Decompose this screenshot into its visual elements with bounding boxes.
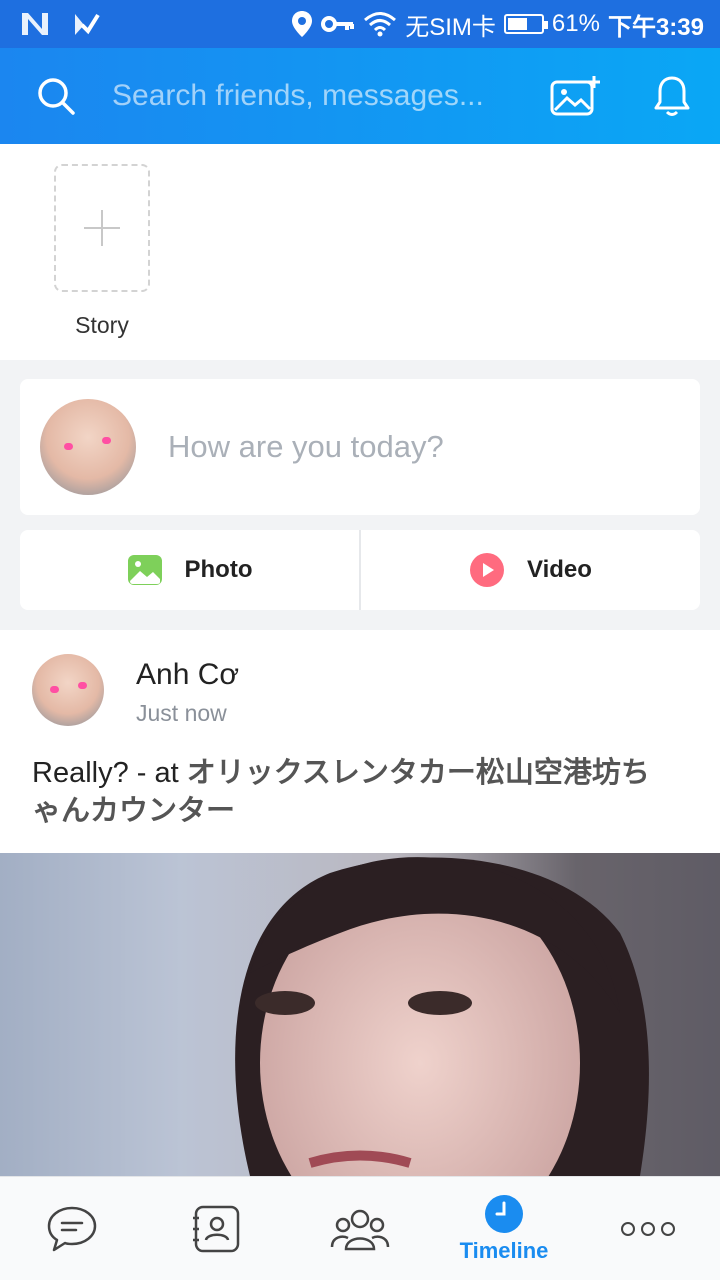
wifi-icon <box>364 12 397 37</box>
video-button[interactable]: Video <box>361 530 700 610</box>
photo-label: Photo <box>184 556 253 583</box>
photo-button[interactable]: Photo <box>20 530 359 610</box>
add-story-button[interactable] <box>54 164 150 292</box>
sim-status: 无SIM卡 <box>405 13 496 41</box>
nav-groups[interactable] <box>288 1177 432 1280</box>
compose-input[interactable]: How are you today? <box>168 429 444 465</box>
chat-bubble-icon <box>47 1206 97 1251</box>
avatar[interactable] <box>40 399 136 495</box>
location-icon <box>292 11 313 37</box>
plus-icon <box>84 210 120 246</box>
search-input[interactable]: Search friends, messages... <box>112 79 528 113</box>
bell-icon <box>654 76 690 116</box>
image-plus-icon <box>550 76 600 116</box>
notification-n-icon <box>22 13 48 35</box>
add-photo-button[interactable] <box>528 48 624 144</box>
more-dots-icon <box>621 1221 675 1236</box>
media-actions: Photo Video <box>20 530 700 610</box>
photo-icon <box>127 555 162 585</box>
post-avatar[interactable] <box>32 654 104 726</box>
bottom-navigation: Timeline <box>0 1176 720 1280</box>
story-label: Story <box>75 312 129 338</box>
search-icon <box>38 78 75 115</box>
search-button[interactable] <box>0 48 112 144</box>
battery-percent: 61% <box>551 10 600 37</box>
feed-post: Anh Cơ Just now Really? - at オリックスレンタカー松… <box>0 630 720 854</box>
video-play-icon <box>470 553 505 587</box>
clock-icon <box>485 1194 523 1233</box>
compose-card[interactable]: How are you today? <box>20 379 700 515</box>
group-icon <box>330 1209 390 1250</box>
notifications-button[interactable] <box>624 48 720 144</box>
nav-more[interactable] <box>576 1177 720 1280</box>
status-bar: 无SIM卡 61% 下午3:39 <box>0 0 720 48</box>
notification-check-icon <box>75 13 100 35</box>
post-text-prefix: Really? - at <box>32 757 187 789</box>
video-label: Video <box>527 556 592 583</box>
key-icon <box>321 16 355 32</box>
post-timestamp: Just now <box>136 700 227 726</box>
clock: 下午3:39 <box>607 13 704 41</box>
nav-timeline-label: Timeline <box>459 1237 549 1263</box>
nav-timeline[interactable]: Timeline <box>432 1177 576 1280</box>
contacts-icon <box>193 1205 240 1252</box>
post-author[interactable]: Anh Cơ <box>136 658 239 692</box>
top-bar: Search friends, messages... <box>0 48 720 144</box>
post-text: Really? - at オリックスレンタカー松山空港坊ちゃんカウンター <box>32 754 672 830</box>
post-photo[interactable] <box>0 853 720 1176</box>
battery-fill <box>507 18 528 30</box>
battery-icon <box>503 14 548 34</box>
nav-messages[interactable] <box>0 1177 144 1280</box>
post-photo-content <box>0 853 720 1176</box>
nav-contacts[interactable] <box>144 1177 288 1280</box>
stories-section: Story <box>0 144 720 360</box>
